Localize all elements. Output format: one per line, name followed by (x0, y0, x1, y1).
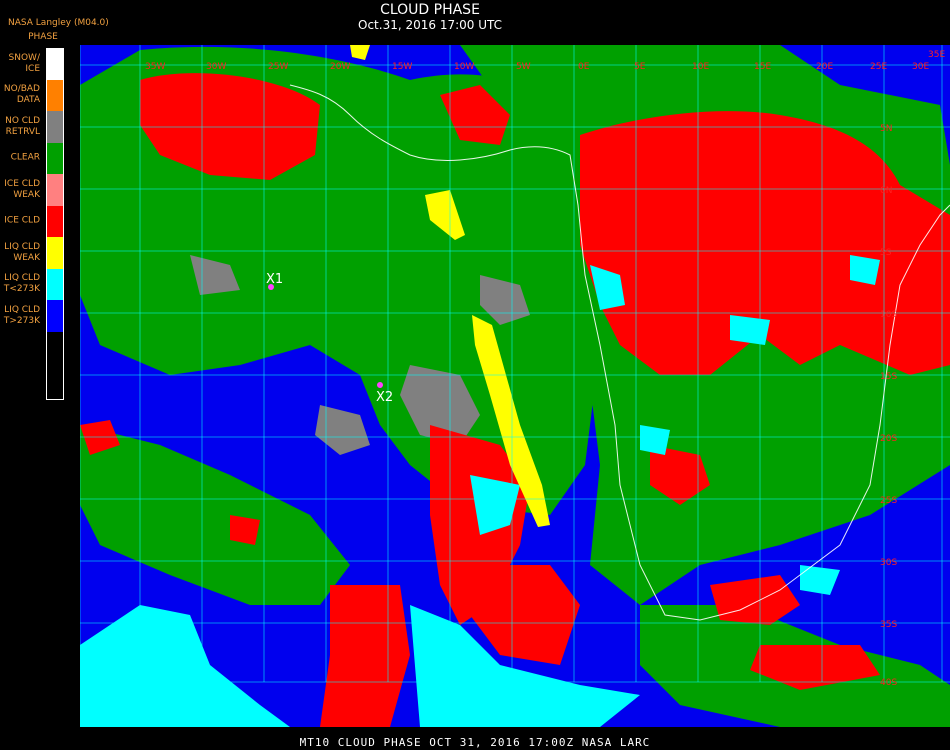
legend-label: LIQ CLD WEAK (4, 241, 40, 263)
legend-label: LIQ CLD T<273K (3, 273, 40, 295)
legend-label: SNOW/ ICE (8, 52, 40, 74)
legend-swatch (46, 174, 64, 206)
lat-label: 25S (880, 496, 897, 506)
lat-label: 20S (880, 434, 897, 444)
legend-swatch (46, 142, 64, 174)
lon-label: 5E (634, 62, 646, 72)
legend-swatch (46, 237, 64, 269)
marker-x1-label: X1 (266, 272, 283, 287)
lon-label: 25W (268, 62, 288, 72)
lat-label: 35S (880, 620, 897, 630)
legend: SNOW/ ICE NO/BAD DATA NO CLD RETRVL CLEA… (0, 48, 66, 332)
legend-label: LIQ CLD T>273K (3, 304, 40, 326)
legend-item-no-bad-data: NO/BAD DATA (0, 79, 66, 111)
legend-swatch (46, 205, 64, 237)
legend-label: NO CLD RETRVL (5, 115, 40, 137)
legend-swatch (46, 300, 64, 332)
lat-label: 40S (880, 678, 897, 688)
cloud-phase-map: 35W 30W 25W 20W 15W 10W 5W 0E 5E 10E 15E… (80, 45, 950, 727)
legend-label: ICE CLD (4, 215, 40, 226)
lon-label: 30E (912, 62, 929, 72)
legend-label: ICE CLD WEAK (4, 178, 40, 200)
page-subtitle: Oct.31, 2016 17:00 UTC (358, 18, 502, 32)
legend-item-liq-cld-cold: LIQ CLD T<273K (0, 268, 66, 300)
legend-item-liq-cld-warm: LIQ CLD T>273K (0, 300, 66, 332)
lon-label: 10W (454, 62, 474, 72)
lon-label: 20W (330, 62, 350, 72)
legend-swatch (46, 48, 64, 80)
legend-label: CLEAR (10, 152, 40, 163)
lon-label: 5W (516, 62, 531, 72)
lon-label: 20E (816, 62, 833, 72)
footer-caption: MT10 CLOUD PHASE OCT 31, 2016 17:00Z NAS… (299, 736, 651, 749)
legend-item-ice-cld: ICE CLD (0, 205, 66, 237)
product-header: NASA Langley (M04.0) PHASE (8, 16, 109, 44)
lon-label: 25E (870, 62, 887, 72)
lat-label: 30S (880, 558, 897, 568)
legend-swatch (46, 268, 64, 300)
lat-label: 10S (880, 310, 897, 320)
legend-item-clear: CLEAR (0, 142, 66, 174)
legend-item-ice-cld-weak: ICE CLD WEAK (0, 174, 66, 206)
lat-label: 5N (880, 124, 892, 134)
lon-label: 15E (754, 62, 771, 72)
marker-x2-label: X2 (376, 390, 393, 405)
lat-label: 15S (880, 372, 897, 382)
product-label: PHASE (28, 32, 58, 42)
lon-label: 35E (928, 50, 945, 60)
legend-item-snow-ice: SNOW/ ICE (0, 48, 66, 80)
lon-label: 10E (692, 62, 709, 72)
lon-label: 15W (392, 62, 412, 72)
lat-label: 5S (880, 248, 892, 258)
legend-item-liq-cld-weak: LIQ CLD WEAK (0, 237, 66, 269)
org-label: NASA Langley (M04.0) (8, 18, 109, 28)
legend-item-no-cld-retrvl: NO CLD RETRVL (0, 111, 66, 143)
marker-x2-dot (377, 382, 383, 388)
legend-label: NO/BAD DATA (3, 84, 40, 106)
lat-label: 0N (880, 186, 892, 196)
lon-label: 0E (578, 62, 590, 72)
legend-swatch (46, 79, 64, 111)
lon-label: 35W (145, 62, 165, 72)
legend-swatch (46, 111, 64, 143)
lon-label: 30W (206, 62, 226, 72)
page-title: CLOUD PHASE (380, 2, 480, 18)
